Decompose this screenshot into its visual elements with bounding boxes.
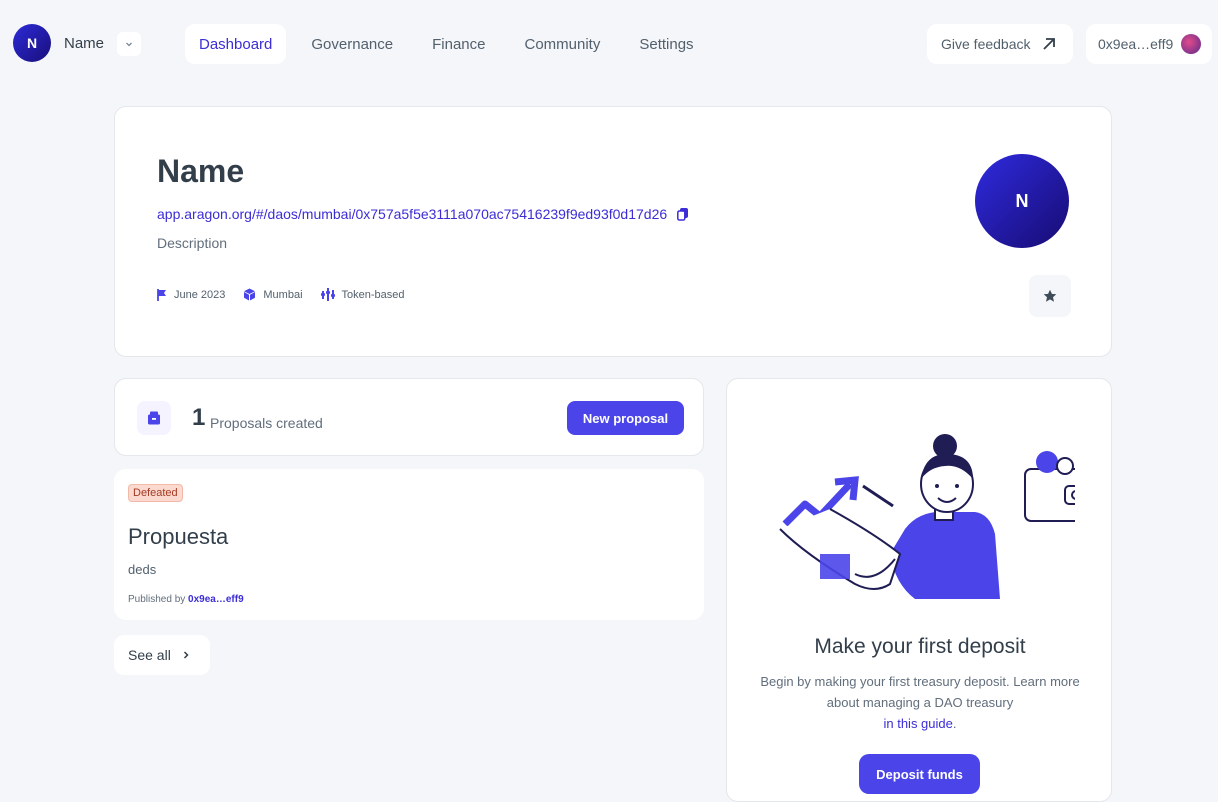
feedback-label: Give feedback	[941, 36, 1031, 52]
cube-icon	[244, 288, 256, 301]
proposals-icon-box	[137, 401, 171, 435]
created-date: June 2023	[174, 288, 226, 301]
star-icon	[1043, 289, 1057, 302]
nav-community[interactable]: Community	[510, 24, 614, 64]
proposal-description: deds	[128, 562, 157, 577]
deposit-text: Begin by making your first treasury depo…	[757, 671, 1083, 734]
dao-header-card: Name app.aragon.org/#/daos/mumbai/0x757a…	[114, 106, 1112, 357]
period: .	[952, 716, 957, 731]
meta-created: June 2023	[157, 288, 226, 301]
guide-link[interactable]: in this guide	[883, 716, 952, 731]
nav-finance[interactable]: Finance	[418, 24, 499, 64]
wallet-address: 0x9ea…eff9	[1098, 36, 1174, 52]
new-proposal-button[interactable]: New proposal	[567, 401, 684, 435]
meta-governance: Token-based	[320, 288, 405, 301]
wallet-avatar-icon	[1181, 34, 1202, 54]
proposals-summary-card: 1 Proposals created New proposal	[114, 378, 704, 456]
deposit-title: Make your first deposit	[814, 635, 1026, 658]
proposal-publisher: Published by 0x9ea…eff9	[128, 594, 244, 605]
wallet-button[interactable]: 0x9ea…eff9	[1086, 24, 1212, 64]
proposal-title: Propuesta	[128, 524, 229, 549]
dao-large-avatar: N	[975, 154, 1069, 248]
deposit-body: Begin by making your first treasury depo…	[760, 674, 1080, 710]
network-name: Mumbai	[263, 288, 303, 301]
see-all-label: See all	[128, 647, 171, 663]
dao-name-label[interactable]: Name	[64, 35, 104, 52]
published-by-label: Published by	[128, 594, 186, 605]
inbox-icon	[148, 411, 160, 425]
meta-network: Mumbai	[243, 288, 303, 301]
dao-url-link[interactable]: app.aragon.org/#/daos/mumbai/0x757a5f5e3…	[157, 206, 689, 222]
arrow-up-right-icon	[1042, 38, 1055, 50]
see-all-button[interactable]: See all	[114, 635, 210, 675]
deposit-illustration	[779, 434, 1075, 599]
chevron-right-icon	[183, 651, 189, 659]
proposal-card[interactable]: Defeated Propuesta deds Published by 0x9…	[114, 469, 704, 620]
dao-meta-row: June 2023 Mumbai Token-based	[157, 288, 405, 301]
proposals-count-label: Proposals created	[210, 415, 323, 431]
proposals-count: 1	[192, 404, 206, 431]
dao-description: Description	[157, 235, 228, 251]
top-navbar: N Name Dashboard Governance Finance Comm…	[0, 0, 1218, 86]
proposal-author-link[interactable]: 0x9ea…eff9	[188, 594, 244, 605]
give-feedback-button[interactable]: Give feedback	[927, 24, 1073, 64]
nav-dashboard[interactable]: Dashboard	[185, 24, 287, 64]
deposit-funds-button[interactable]: Deposit funds	[859, 754, 980, 794]
governance-icon	[320, 288, 335, 301]
chevron-down-icon	[126, 42, 132, 47]
dao-switcher-button[interactable]	[117, 32, 141, 56]
status-badge: Defeated	[128, 484, 183, 502]
deposit-card: Make your first deposit Begin by making …	[726, 378, 1112, 802]
dao-url-text: app.aragon.org/#/daos/mumbai/0x757a5f5e3…	[157, 206, 668, 222]
nav-governance[interactable]: Governance	[297, 24, 407, 64]
main-nav: Dashboard Governance Finance Community S…	[185, 24, 719, 64]
nav-settings[interactable]: Settings	[625, 24, 707, 64]
dao-title: Name	[157, 153, 245, 189]
dao-avatar[interactable]: N	[13, 24, 51, 62]
flag-icon	[157, 288, 166, 301]
favorite-button[interactable]	[1029, 275, 1071, 317]
copy-icon[interactable]	[677, 207, 689, 221]
governance-type: Token-based	[341, 288, 405, 301]
